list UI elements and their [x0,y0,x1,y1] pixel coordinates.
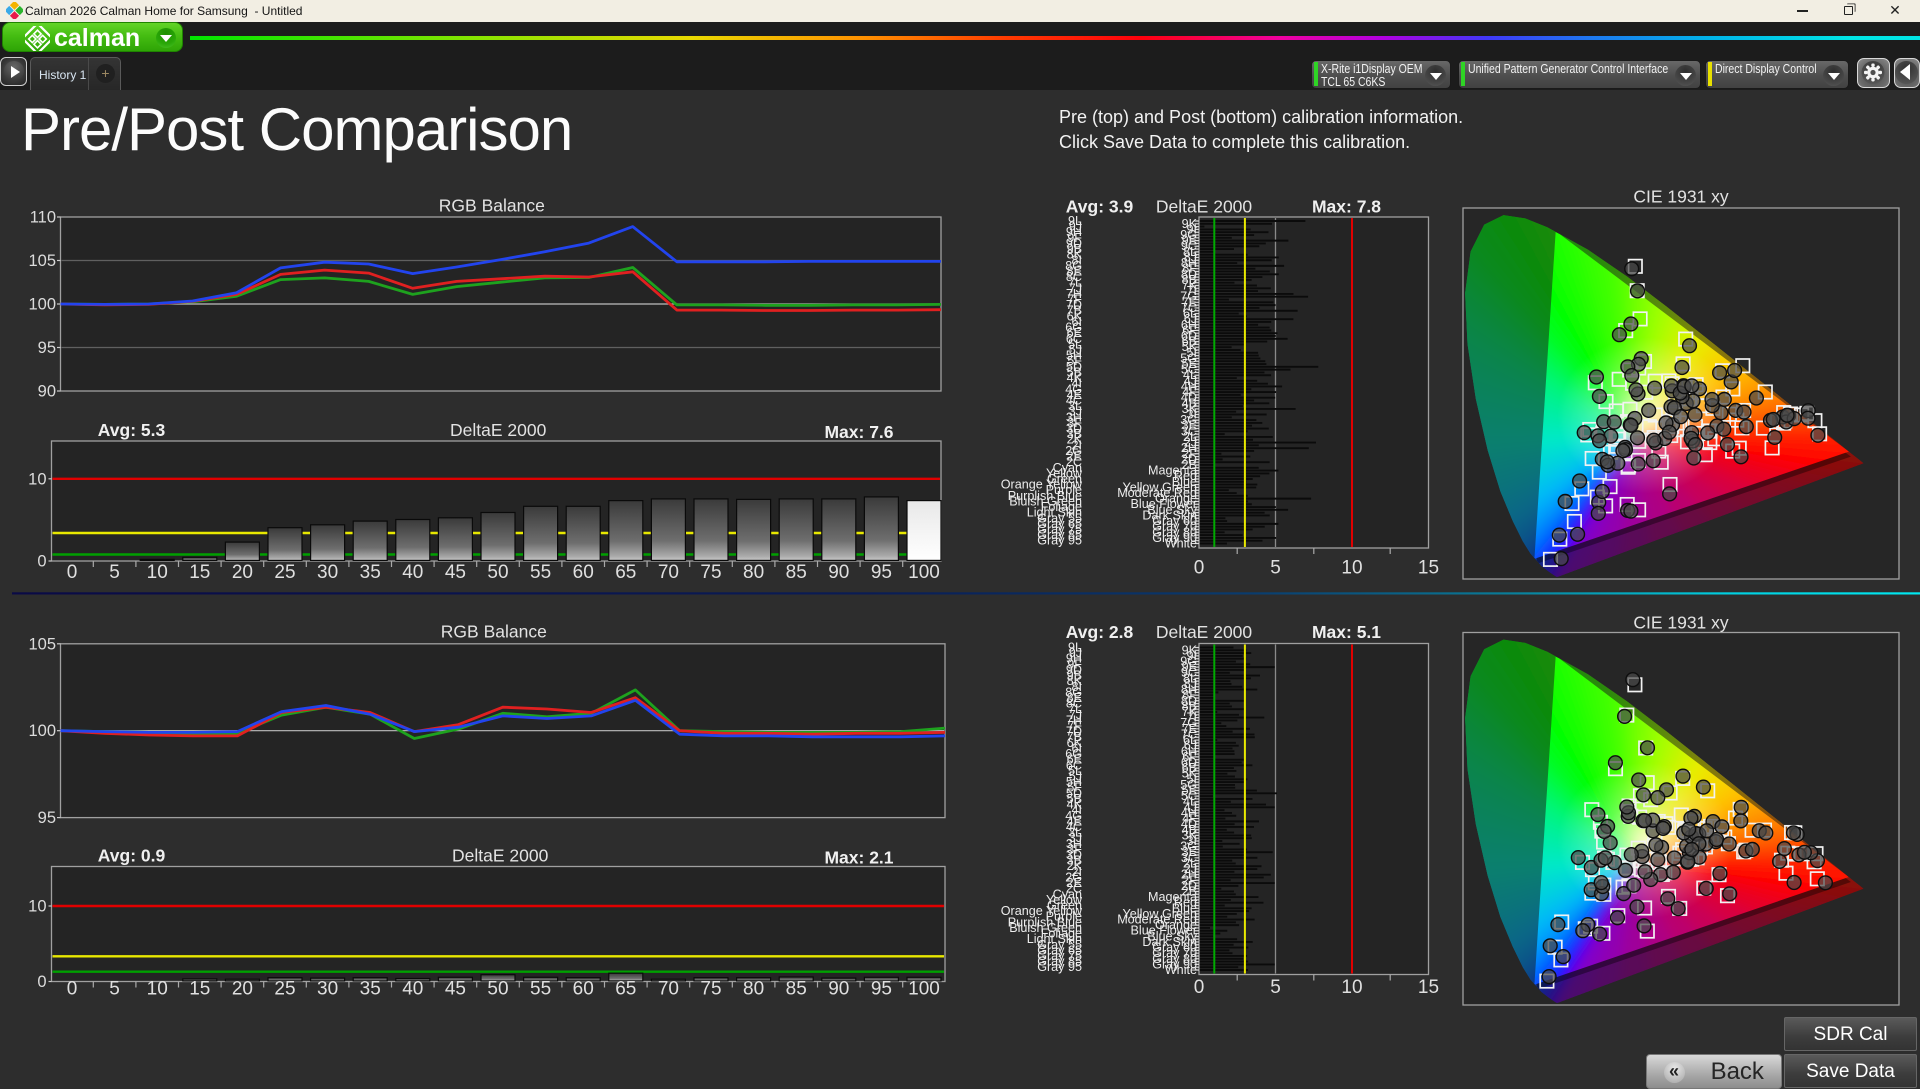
svg-text:40: 40 [402,979,423,1000]
svg-text:CIE 1931 xy: CIE 1931 xy [1633,613,1729,633]
svg-text:60: 60 [573,979,594,1000]
svg-text:95: 95 [38,809,56,827]
svg-text:Max: 7.6: Max: 7.6 [824,422,893,442]
svg-text:90: 90 [828,979,849,1000]
svg-text:15: 15 [189,979,210,1000]
svg-text:10: 10 [28,470,46,488]
svg-text:Max: 5.1: Max: 5.1 [1312,622,1381,642]
svg-text:30: 30 [317,562,338,583]
svg-text:45: 45 [445,562,466,583]
svg-text:55: 55 [530,562,551,583]
svg-text:0: 0 [67,979,78,1000]
svg-text:5: 5 [1270,977,1281,998]
svg-text:75: 75 [700,979,721,1000]
svg-text:9L: 9L [1068,641,1082,655]
svg-text:50: 50 [487,562,508,583]
svg-text:RGB Balance: RGB Balance [439,196,545,216]
svg-text:9L: 9L [1068,214,1082,228]
svg-text:5: 5 [109,979,120,1000]
svg-text:100: 100 [28,296,56,314]
svg-text:CIE 1931 xy: CIE 1931 xy [1633,187,1729,207]
svg-text:100: 100 [908,562,940,583]
svg-text:Max: 7.8: Max: 7.8 [1312,197,1381,217]
svg-text:Avg: 5.3: Avg: 5.3 [98,420,166,440]
svg-text:15: 15 [1418,558,1439,579]
svg-text:RGB Balance: RGB Balance [441,622,547,642]
svg-text:10: 10 [28,898,46,916]
svg-text:DeltaE 2000: DeltaE 2000 [450,420,547,440]
svg-text:70: 70 [658,562,679,583]
svg-text:0: 0 [67,562,78,583]
svg-text:100: 100 [28,722,56,740]
svg-text:0: 0 [1194,558,1205,579]
svg-text:30: 30 [317,979,338,1000]
svg-text:0: 0 [37,973,46,991]
svg-text:85: 85 [786,562,807,583]
svg-text:95: 95 [871,562,892,583]
svg-text:10: 10 [147,979,168,1000]
svg-text:15: 15 [1418,977,1439,998]
svg-text:5: 5 [109,562,120,583]
svg-text:55: 55 [530,979,551,1000]
svg-text:DeltaE 2000: DeltaE 2000 [1156,622,1253,642]
svg-text:Avg: 2.8: Avg: 2.8 [1066,622,1134,642]
svg-text:10: 10 [147,562,168,583]
svg-text:10: 10 [1341,558,1362,579]
svg-text:85: 85 [786,979,807,1000]
svg-text:90: 90 [828,562,849,583]
svg-text:95: 95 [871,979,892,1000]
svg-text:75: 75 [700,562,721,583]
svg-text:0: 0 [1194,977,1205,998]
svg-text:35: 35 [360,562,381,583]
svg-text:15: 15 [189,562,210,583]
svg-text:80: 80 [743,979,764,1000]
svg-text:10: 10 [1341,977,1362,998]
svg-text:35: 35 [360,979,381,1000]
svg-text:40: 40 [402,562,423,583]
svg-text:105: 105 [28,252,56,270]
svg-text:50: 50 [487,979,508,1000]
svg-text:25: 25 [274,979,295,1000]
svg-text:110: 110 [30,209,56,227]
svg-text:DeltaE 2000: DeltaE 2000 [1156,197,1253,217]
svg-text:60: 60 [573,562,594,583]
svg-text:65: 65 [615,562,636,583]
svg-text:80: 80 [743,562,764,583]
svg-text:20: 20 [232,979,253,1000]
svg-text:100: 100 [908,979,940,1000]
svg-text:90: 90 [38,383,56,401]
svg-text:95: 95 [38,339,56,357]
svg-text:DeltaE 2000: DeltaE 2000 [452,846,549,866]
svg-text:25: 25 [274,562,295,583]
svg-text:45: 45 [445,979,466,1000]
svg-text:Max: 2.1: Max: 2.1 [824,848,893,868]
svg-text:65: 65 [615,979,636,1000]
svg-text:9K: 9K [1182,643,1198,657]
svg-text:5: 5 [1270,558,1281,579]
svg-text:105: 105 [28,635,56,653]
svg-text:20: 20 [232,562,253,583]
svg-text:9K: 9K [1182,217,1198,231]
svg-text:0: 0 [37,553,46,571]
svg-text:Avg: 0.9: Avg: 0.9 [98,846,166,866]
svg-text:70: 70 [658,979,679,1000]
